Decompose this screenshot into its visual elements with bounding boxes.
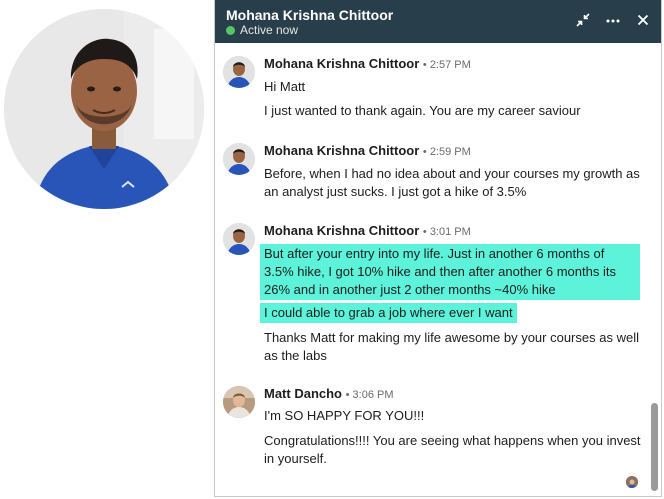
- highlighted-message-text: But after your entry into my life. Just …: [260, 244, 640, 300]
- message-text: Thanks Matt for making my life awesome b…: [264, 330, 639, 363]
- message-group: Mohana Krishna Chittoor • 2:59 PM Before…: [223, 143, 643, 203]
- message-text: I'm SO HAPPY FOR YOU!!!: [264, 408, 425, 423]
- avatar-icon: [223, 223, 255, 255]
- sender-avatar[interactable]: [223, 386, 255, 418]
- timestamp: • 2:57 PM: [422, 59, 471, 71]
- seen-avatar-icon: [626, 477, 638, 488]
- message-text: I just wanted to thank again. You are my…: [264, 103, 581, 118]
- timestamp: • 3:06 PM: [345, 389, 394, 401]
- status-dot-icon: [226, 25, 235, 35]
- sender-line: Mohana Krishna Chittoor • 3:01 PM: [264, 223, 471, 238]
- avatar-icon: [223, 386, 255, 418]
- seen-receipt-avatar: [626, 476, 638, 488]
- minimize-icon[interactable]: [575, 11, 591, 29]
- message-group: Matt Dancho • 3:06 PM I'm SO HAPPY FOR Y…: [223, 386, 643, 476]
- chat-window: Mohana Krishna Chittoor Active now Mohan…: [214, 0, 662, 497]
- highlighted-message-text: I could able to grab a job where ever I …: [260, 303, 517, 323]
- profile-photo-icon: [4, 9, 204, 209]
- avatar-icon: [223, 56, 255, 88]
- sender-line: Mohana Krishna Chittoor • 2:59 PM: [264, 143, 471, 158]
- avatar-icon: [223, 143, 255, 175]
- sender-avatar[interactable]: [223, 143, 255, 175]
- sender-name[interactable]: Matt Dancho: [264, 386, 342, 401]
- status: Active now: [226, 23, 298, 37]
- message-group: Mohana Krishna Chittoor • 3:01 PM But af…: [223, 223, 643, 363]
- message-list[interactable]: Mohana Krishna Chittoor • 2:57 PM Hi Mat…: [215, 43, 661, 496]
- timestamp: • 3:01 PM: [422, 226, 471, 238]
- close-icon[interactable]: [635, 11, 651, 29]
- sender-line: Matt Dancho • 3:06 PM: [264, 386, 394, 401]
- sender-name[interactable]: Mohana Krishna Chittoor: [264, 143, 419, 158]
- sender-avatar[interactable]: [223, 223, 255, 255]
- sender-name[interactable]: Mohana Krishna Chittoor: [264, 56, 419, 71]
- profile-photo: [4, 9, 204, 209]
- sender-name[interactable]: Mohana Krishna Chittoor: [264, 223, 419, 238]
- timestamp: • 2:59 PM: [422, 146, 471, 158]
- sender-line: Mohana Krishna Chittoor • 2:57 PM: [264, 56, 471, 71]
- message-text: Congratulations!!!! You are seeing what …: [264, 433, 641, 466]
- message-text: Hi Matt: [264, 79, 306, 94]
- message-group: Mohana Krishna Chittoor • 2:57 PM Hi Mat…: [223, 56, 643, 126]
- chat-header[interactable]: Mohana Krishna Chittoor Active now: [215, 0, 661, 43]
- contact-name: Mohana Krishna Chittoor: [226, 7, 394, 23]
- more-options-icon[interactable]: [605, 11, 621, 29]
- sender-avatar[interactable]: [223, 56, 255, 88]
- message-text: Before, when I had no idea about and you…: [264, 166, 640, 199]
- status-text: Active now: [240, 23, 299, 37]
- scrollbar[interactable]: [651, 403, 658, 491]
